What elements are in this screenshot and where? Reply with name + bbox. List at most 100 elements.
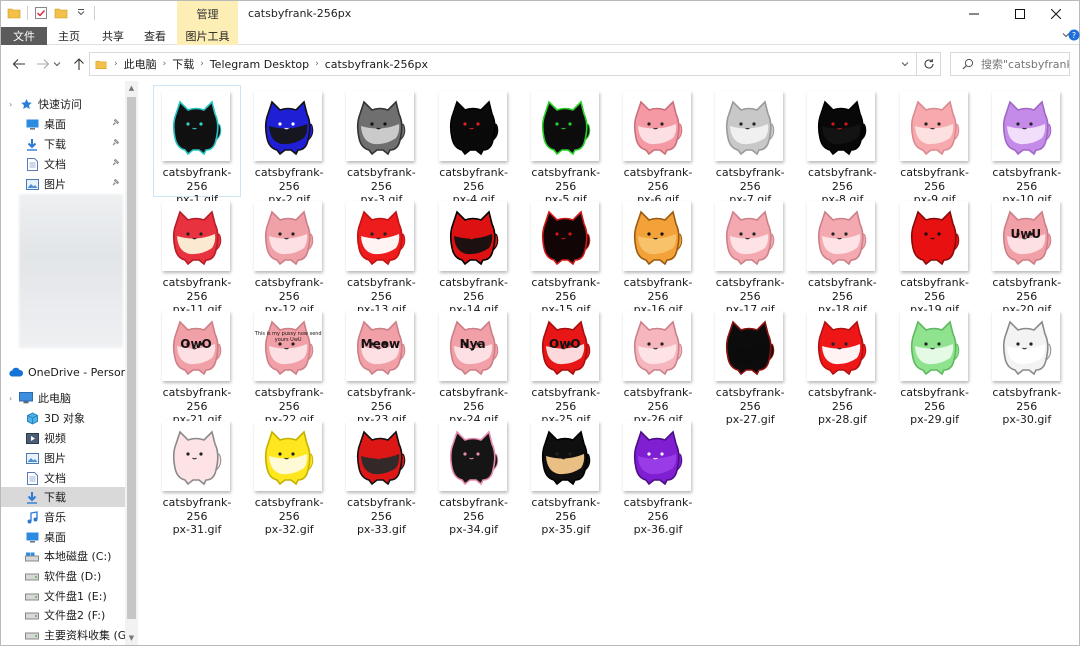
file-thumbnail[interactable] [254,201,323,271]
file-item[interactable]: Nya catsbyfrank-256 px-24.gif [431,306,517,426]
file-item[interactable]: catsbyfrank-256 px-29.gif [892,306,978,426]
file-item[interactable]: This is my pussy now send yours UwU cats… [246,306,332,426]
file-item[interactable]: catsbyfrank-256 px-19.gif [892,196,978,316]
file-name[interactable]: catsbyfrank-256 px-34.gif [431,496,517,537]
file-name[interactable]: catsbyfrank-256 px-32.gif [246,496,332,537]
file-item[interactable]: catsbyfrank-256 px-6.gif [615,86,701,206]
nav-onedrive[interactable]: OneDrive - Person [9,362,127,382]
file-item[interactable]: catsbyfrank-256 px-7.gif [707,86,793,206]
tab-view[interactable]: 查看 [135,27,175,45]
file-name[interactable]: catsbyfrank-256 px-30.gif [984,386,1070,427]
nav-item-pc-downloads[interactable]: 下载 [1,487,125,507]
file-name[interactable]: catsbyfrank-256 px-35.gif [523,496,609,537]
breadcrumb-downloads[interactable]: 下载 [172,56,194,72]
nav-item-music[interactable]: 音乐 [25,507,125,527]
minimize-button[interactable] [951,1,997,27]
file-item[interactable]: catsbyfrank-256 px-15.gif [523,196,609,316]
file-item[interactable]: catsbyfrank-256 px-27.gif [707,306,793,426]
file-item[interactable]: catsbyfrank-256 px-1.gif [153,85,241,206]
file-thumbnail[interactable] [899,91,968,161]
file-thumbnail[interactable] [346,201,415,271]
nav-item-pc-desktop[interactable]: 桌面 [25,527,125,547]
nav-item-drive-d[interactable]: 软件盘 (D:) [25,566,125,586]
file-thumbnail[interactable] [438,421,507,491]
up-button[interactable] [71,56,87,72]
file-thumbnail[interactable] [530,201,599,271]
nav-item-pc-pictures[interactable]: 图片 [25,448,125,468]
search-box[interactable] [950,52,1070,76]
file-thumbnail[interactable] [162,91,230,161]
file-thumbnail[interactable] [346,421,415,491]
file-thumbnail[interactable] [807,201,876,271]
close-button[interactable] [1033,1,1079,27]
file-thumbnail[interactable] [623,311,691,381]
file-thumbnail[interactable] [162,201,230,271]
pin-icon[interactable] [111,138,121,148]
file-thumbnail[interactable] [807,311,876,381]
nav-item-documents[interactable]: 文档 [25,154,125,174]
file-thumbnail[interactable] [991,91,1060,161]
file-item[interactable]: catsbyfrank-256 px-31.gif [154,416,240,536]
file-item[interactable]: catsbyfrank-256 px-28.gif [799,306,885,426]
file-name[interactable]: catsbyfrank-256 px-33.gif [338,496,424,537]
nav-item-pc-documents[interactable]: 文档 [25,468,125,488]
forward-button[interactable] [35,56,51,72]
tab-share[interactable]: 共享 [91,27,135,45]
file-item[interactable]: catsbyfrank-256 px-10.gif [984,86,1070,206]
file-thumbnail[interactable]: UwU [991,201,1060,271]
nav-item-3d-objects[interactable]: 3D 对象 [25,408,125,428]
file-item[interactable]: catsbyfrank-256 px-34.gif [431,416,517,536]
properties-icon[interactable] [34,6,48,20]
back-button[interactable] [11,56,27,72]
nav-item-videos[interactable]: 视频 [25,428,125,448]
file-item[interactable]: catsbyfrank-256 px-12.gif [246,196,332,316]
file-name[interactable]: catsbyfrank-256 px-27.gif [707,386,793,427]
nav-item-drive-e[interactable]: 文件盘1 (E:) [25,586,125,606]
file-item[interactable]: catsbyfrank-256 px-17.gif [707,196,793,316]
file-thumbnail[interactable] [715,311,784,381]
nav-scrollbar[interactable]: ▲ ▼ [125,81,138,645]
file-thumbnail[interactable] [254,91,323,161]
file-thumbnail[interactable] [623,421,691,491]
file-item[interactable]: catsbyfrank-256 px-11.gif [154,196,240,316]
customize-chevron-icon[interactable] [74,6,88,20]
chevron-down-icon[interactable]: › [9,100,17,109]
file-item[interactable]: OwO catsbyfrank-256 px-21.gif [154,306,240,426]
file-thumbnail[interactable] [991,311,1060,381]
nav-item-pictures[interactable]: 图片 [25,174,125,194]
file-thumbnail[interactable]: This is my pussy now send yours UwU [254,311,323,381]
file-thumbnail[interactable] [807,91,876,161]
nav-quick-access[interactable]: › 快速访问 [9,94,133,114]
nav-item-drive-f[interactable]: 文件盘2 (F:) [25,605,125,625]
file-item[interactable]: catsbyfrank-256 px-33.gif [338,416,424,536]
file-item[interactable]: catsbyfrank-256 px-26.gif [615,306,701,426]
tab-home[interactable]: 主页 [47,27,91,45]
file-thumbnail[interactable] [162,421,230,491]
file-thumbnail[interactable] [715,201,784,271]
file-thumbnail[interactable]: OwO [530,311,599,381]
recent-locations-icon[interactable] [52,56,62,72]
file-item[interactable]: OwO catsbyfrank-256 px-25.gif [523,306,609,426]
file-item[interactable]: Meow catsbyfrank-256 px-23.gif [338,306,424,426]
file-item[interactable]: UwU catsbyfrank-256 px-20.gif [984,196,1070,316]
address-bar[interactable]: › 此电脑 › 下载 › Telegram Desktop › catsbyfr… [89,52,941,76]
file-thumbnail[interactable] [438,201,507,271]
tab-file[interactable]: 文件 [1,27,47,45]
nav-this-pc[interactable]: › 此电脑 [9,388,133,408]
nav-item-drive-g[interactable]: 主要资料收集 (G:) [25,625,125,645]
file-item[interactable]: catsbyfrank-256 px-14.gif [431,196,517,316]
pin-icon[interactable] [111,118,121,128]
tab-manage[interactable]: 管理 [177,1,238,27]
file-name[interactable]: catsbyfrank-256 px-28.gif [799,386,885,427]
file-item[interactable]: catsbyfrank-256 px-2.gif [246,86,332,206]
file-thumbnail[interactable] [623,201,691,271]
scroll-down-icon[interactable]: ▼ [125,631,138,645]
file-item[interactable]: catsbyfrank-256 px-13.gif [338,196,424,316]
pin-icon[interactable] [111,158,121,168]
file-thumbnail[interactable]: OwO [162,311,230,381]
file-thumbnail[interactable] [438,91,507,161]
file-thumbnail[interactable] [254,421,323,491]
breadcrumb-current-folder[interactable]: catsbyfrank-256px [325,58,428,71]
file-thumbnail[interactable] [346,91,415,161]
file-thumbnail[interactable] [899,311,968,381]
